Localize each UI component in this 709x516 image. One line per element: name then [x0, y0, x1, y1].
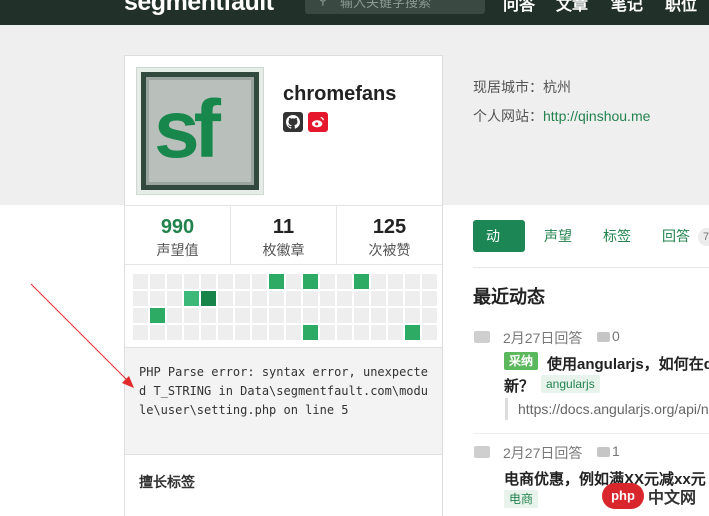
watermark-logo: php — [602, 483, 644, 509]
annotation-arrow — [30, 283, 134, 388]
php-cn-watermark: php 中文网 — [602, 482, 696, 510]
watermark-text: 中文网 — [648, 490, 697, 507]
